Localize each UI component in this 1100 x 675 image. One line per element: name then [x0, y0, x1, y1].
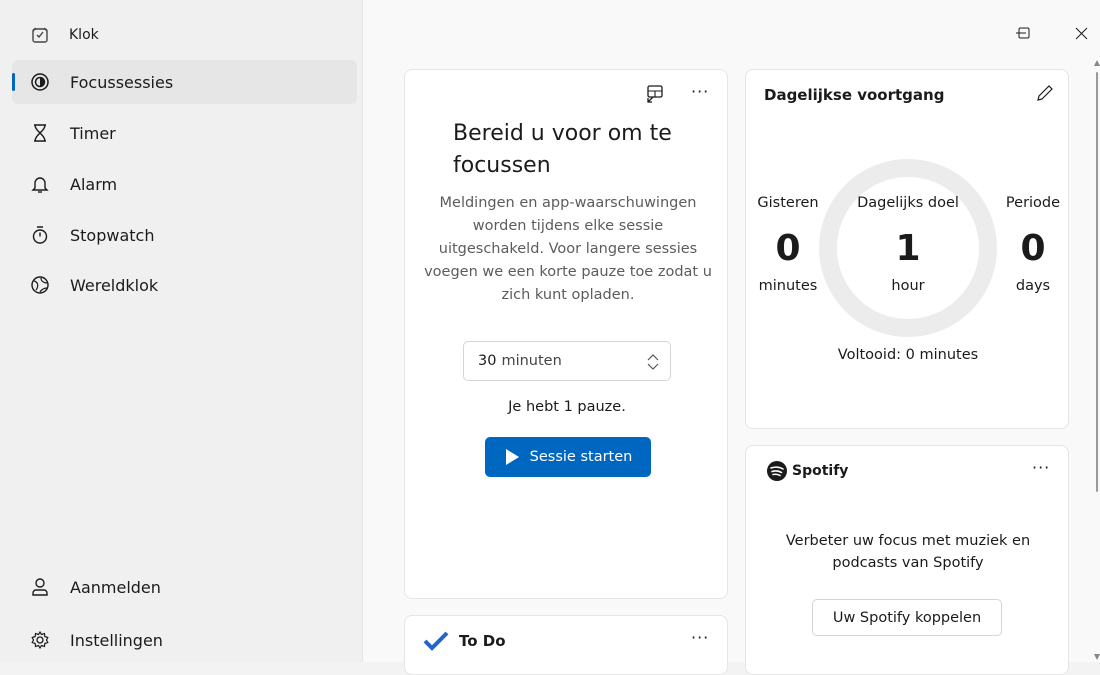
duration-value: 30: [478, 353, 497, 369]
focus-title: Bereid u voor om te focussen: [453, 121, 672, 178]
spotify-text: Verbeter uw focus met muziek en podcasts…: [785, 533, 1031, 571]
spotify-icon: [767, 461, 787, 481]
nav-label-focussessies: Focussessies: [70, 72, 174, 92]
focus-session-card: ··· Bereid u voor om te focussen Melding…: [404, 69, 728, 599]
selection-indicator: [12, 73, 15, 91]
compact-overlay-icon[interactable]: [645, 84, 665, 104]
nav-label-wereldklok: Wereldklok: [70, 275, 159, 295]
goal-value: 1: [895, 228, 921, 269]
nav-label-stopwatch: Stopwatch: [70, 225, 155, 245]
sidebar: Klok Focussessies Timer Alarm Stopwatch …: [0, 0, 362, 662]
progress-title: Dagelijkse voortgang: [764, 86, 945, 104]
spotify-more-options-icon[interactable]: ···: [1032, 458, 1050, 477]
start-session-label: Sessie starten: [529, 449, 633, 465]
goal-unit: hour: [891, 278, 925, 294]
goal-label: Dagelijks doel: [857, 195, 959, 211]
app-title-bar: Klok: [30, 25, 99, 45]
duration-unit: minuten: [501, 353, 562, 369]
start-session-button[interactable]: Sessie starten: [485, 437, 651, 477]
maximize-icon: [1018, 27, 1030, 39]
scrollbar[interactable]: [1094, 60, 1100, 662]
yesterday-value: 0: [775, 228, 801, 269]
focus-description: Meldingen en app-waarschuwingen worden t…: [424, 195, 712, 303]
streak-value: 0: [1020, 228, 1046, 269]
nav-item-stopwatch[interactable]: Stopwatch: [12, 213, 357, 257]
person-icon: [28, 575, 52, 599]
todo-title: To Do: [459, 632, 506, 650]
nav-item-timer[interactable]: Timer: [12, 111, 357, 155]
close-button[interactable]: [1062, 18, 1100, 48]
todo-more-options-icon[interactable]: ···: [691, 628, 709, 647]
stopwatch-icon: [28, 223, 52, 247]
breaks-text: Je hebt 1 pauze.: [508, 399, 626, 415]
connect-spotify-button[interactable]: Uw Spotify koppelen: [812, 599, 1002, 636]
streak-unit: days: [1015, 278, 1051, 294]
maximize-button[interactable]: [1005, 18, 1043, 48]
close-icon: [1075, 27, 1087, 39]
app-title: Klok: [69, 27, 99, 43]
todo-card: To Do ···: [404, 615, 728, 675]
more-options-icon[interactable]: ···: [691, 82, 709, 101]
spinner-arrows-icon[interactable]: [646, 353, 660, 375]
nav-label-alarm: Alarm: [70, 174, 118, 194]
nav-item-instellingen[interactable]: Instellingen: [12, 618, 357, 662]
spotify-card: Spotify ··· Verbeter uw focus met muziek…: [745, 445, 1069, 675]
bell-icon: [28, 172, 52, 196]
spotify-logo: Spotify: [766, 460, 848, 482]
streak-label: Periode: [1005, 195, 1061, 211]
yesterday-unit: minutes: [758, 278, 818, 294]
nav-label-timer: Timer: [70, 123, 116, 143]
nav-item-alarm[interactable]: Alarm: [12, 162, 357, 206]
clock-app-icon: [30, 25, 50, 45]
todo-check-icon: [423, 631, 449, 655]
daily-progress-card: Dagelijkse voortgang Gisteren 0 minutes …: [745, 69, 1069, 429]
globe-icon: [28, 273, 52, 297]
duration-stepper[interactable]: 30 minuten: [463, 341, 671, 381]
yesterday-label: Gisteren: [757, 195, 819, 211]
completed-text: Voltooid: 0 minutes: [837, 347, 979, 363]
nav-item-wereldklok[interactable]: Wereldklok: [12, 263, 357, 307]
nav-label-aanmelden: Aanmelden: [70, 577, 161, 597]
nav-item-aanmelden[interactable]: Aanmelden: [12, 565, 357, 609]
nav-label-instellingen: Instellingen: [70, 630, 163, 650]
play-icon: [505, 449, 519, 465]
spotify-brand: Spotify: [792, 463, 849, 479]
focus-icon: [28, 70, 52, 94]
nav-item-focussessies[interactable]: Focussessies: [12, 60, 357, 104]
edit-pencil-icon[interactable]: [1036, 84, 1054, 106]
hourglass-icon: [28, 121, 52, 145]
gear-icon: [28, 628, 52, 652]
